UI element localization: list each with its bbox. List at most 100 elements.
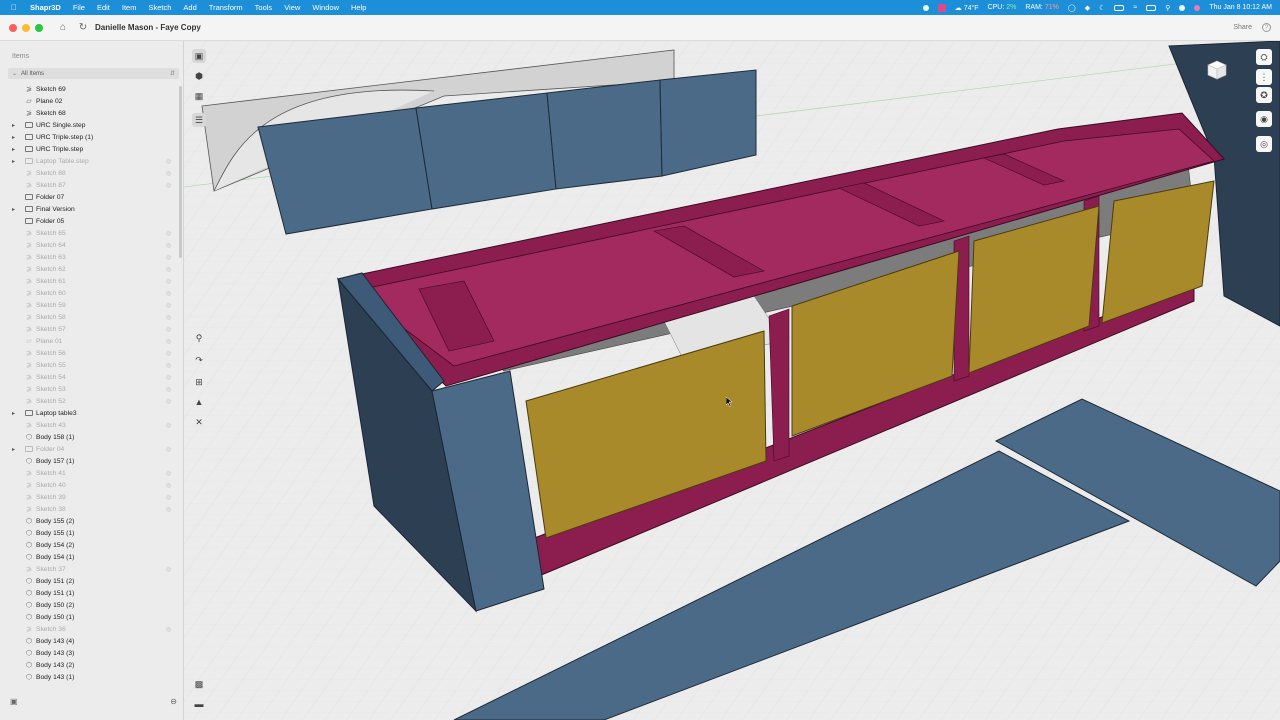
tree-item[interactable]: ▸ Folder 04 ◎ [0,443,180,455]
tree-item[interactable]: ⬡ Body 158 (1) [0,431,180,443]
menu-view[interactable]: View [278,0,306,15]
menu-file[interactable]: File [67,0,91,15]
render-mode-icon[interactable]: ◉ [1256,111,1272,127]
all-items-filter[interactable]: ⌄ All Items ⇵ [8,68,179,79]
tree-item[interactable]: ⬡ Body 155 (2) [0,515,180,527]
wifi-icon[interactable]: ≈ [1133,4,1137,11]
tree-item[interactable]: ⪂ Sketch 59 ◎ [0,299,180,311]
tree-item[interactable]: ⪂ Sketch 65 ◎ [0,227,180,239]
collapse-panel-icon[interactable]: ▣ [10,697,18,706]
visibility-icon[interactable]: ◎ [1256,136,1272,152]
slack-icon[interactable] [937,3,946,12]
tree-item[interactable]: ⬡ Body 154 (1) [0,551,180,563]
tree-item[interactable]: ⪂ Sketch 58 ◎ [0,311,180,323]
selection-mode-icon[interactable]: ▣ [192,49,206,63]
hidden-eye-icon[interactable]: ◎ [166,374,171,381]
hidden-eye-icon[interactable]: ◎ [166,170,171,177]
minimize-window-button[interactable] [22,23,30,32]
view-orientation-icon[interactable]: ⛭ [1256,49,1272,65]
tree-item[interactable]: ⪂ Sketch 53 ◎ [0,383,180,395]
tree-item[interactable]: ⪂ Sketch 41 ◎ [0,467,180,479]
tree-item[interactable]: ⪂ Sketch 37 ◎ [0,563,180,575]
tree-item[interactable]: ⪂ Sketch 43 ◎ [0,419,180,431]
tree-item[interactable]: ⬡ Body 143 (1) [0,671,180,683]
tree-item[interactable]: ▸ Laptop table3 [0,407,180,419]
hidden-eye-icon[interactable]: ◎ [166,182,171,189]
hidden-eye-icon[interactable]: ◎ [166,386,171,393]
hidden-eye-icon[interactable]: ◎ [166,350,171,357]
moon-icon[interactable]: ☾ [1099,4,1105,12]
curve-tool-icon[interactable]: ↷ [192,353,206,367]
hidden-eye-icon[interactable]: ◎ [166,362,171,369]
layers-icon[interactable]: ☰ [192,113,206,127]
menu-help[interactable]: Help [345,0,372,15]
tree-item[interactable]: ⪂ Sketch 69 [0,83,180,95]
cpu-status[interactable]: CPU: 2% [988,4,1017,11]
help-button[interactable]: ? [1262,23,1271,32]
hidden-eye-icon[interactable]: ◎ [166,278,171,285]
share-button[interactable]: Share [1233,24,1252,31]
menu-app-name[interactable]: Shapr3D [27,0,67,15]
tree-item[interactable]: ⬡ Body 150 (2) [0,599,180,611]
tree-item[interactable]: ⪂ Sketch 56 ◎ [0,347,180,359]
extrude-icon[interactable]: ▲ [192,395,206,409]
tree-item[interactable]: ▸ URC Single.step [0,119,180,131]
tree-item[interactable]: ⬡ Body 143 (4) [0,635,180,647]
tree-item[interactable]: ⬡ Body 143 (3) [0,647,180,659]
expand-arrow-icon[interactable]: ▸ [12,206,15,213]
tree-item[interactable]: ⪂ Sketch 57 ◎ [0,323,180,335]
tree-item[interactable]: ⬡ Body 151 (2) [0,575,180,587]
tree-item[interactable]: ⪂ Sketch 63 ◎ [0,251,180,263]
hidden-eye-icon[interactable]: ◎ [166,242,171,249]
menu-tools[interactable]: Tools [249,0,279,15]
hidden-eye-icon[interactable]: ◎ [166,230,171,237]
expand-arrow-icon[interactable]: ▸ [12,446,15,453]
tree-item[interactable]: ⬡ Body 151 (1) [0,587,180,599]
hidden-eye-icon[interactable]: ◎ [166,506,171,513]
appearance-icon[interactable]: ⬢ [192,69,206,83]
tree-item[interactable]: ⪂ Sketch 38 ◎ [0,503,180,515]
expand-arrow-icon[interactable]: ▸ [12,146,15,153]
headphones-icon[interactable]: ◯ [1068,4,1076,12]
hidden-eye-icon[interactable]: ◎ [166,338,171,345]
tree-item[interactable]: ⪂ Sketch 39 ◎ [0,491,180,503]
units-icon[interactable]: ⋮ [1256,69,1272,85]
hidden-eye-icon[interactable]: ◎ [166,302,171,309]
tree-item[interactable]: ⪂ Sketch 64 ◎ [0,239,180,251]
tag-icon[interactable]: ◆ [1085,4,1090,12]
tree-item[interactable]: ⪂ Sketch 88 ◎ [0,167,180,179]
tree-item[interactable]: ▸ URC Triple.step [0,143,180,155]
tree-item[interactable]: ⪂ Sketch 52 ◎ [0,395,180,407]
keyboard-icon[interactable] [1146,4,1157,11]
tree-item[interactable]: ▸ Final Version [0,203,180,215]
tree-item[interactable]: Folder 07 [0,191,180,203]
menu-sketch[interactable]: Sketch [142,0,177,15]
close-window-button[interactable] [9,23,17,32]
tree-item[interactable]: ⪂ Sketch 62 ◎ [0,263,180,275]
hidden-eye-icon[interactable]: ◎ [166,626,171,633]
tree-item[interactable]: ▸ URC Triple.step (1) [0,131,180,143]
hidden-eye-icon[interactable]: ◎ [166,422,171,429]
tree-item[interactable]: ⬡ Body 155 (1) [0,527,180,539]
clock-datetime[interactable]: Thu Jan 8 10:12 AM [1209,4,1272,11]
tree-item[interactable]: ⪂ Sketch 60 ◎ [0,287,180,299]
battery-icon[interactable] [1114,4,1125,11]
tree-item[interactable]: ⪂ Sketch 87 ◎ [0,179,180,191]
zoom-window-button[interactable] [35,23,43,32]
tree-item[interactable]: ⪂ Sketch 40 ◎ [0,479,180,491]
measure-icon[interactable]: ▩ [192,677,206,691]
hidden-eye-icon[interactable]: ◎ [166,470,171,477]
menu-item[interactable]: Item [116,0,143,15]
hidden-eye-icon[interactable]: ◎ [166,290,171,297]
expand-arrow-icon[interactable]: ▸ [12,158,15,165]
menu-transform[interactable]: Transform [203,0,249,15]
tools-icon[interactable]: ✕ [192,415,206,429]
menu-window[interactable]: Window [306,0,345,15]
tree-item[interactable]: ▸ Laptop Table.step ◎ [0,155,180,167]
apple-icon[interactable]:  [9,3,19,13]
hidden-eye-icon[interactable]: ◎ [166,314,171,321]
snapping-icon[interactable]: ✪ [1256,87,1272,103]
expand-arrow-icon[interactable]: ▸ [12,410,15,417]
hidden-eye-icon[interactable]: ◎ [166,482,171,489]
hidden-eye-icon[interactable]: ◎ [166,326,171,333]
